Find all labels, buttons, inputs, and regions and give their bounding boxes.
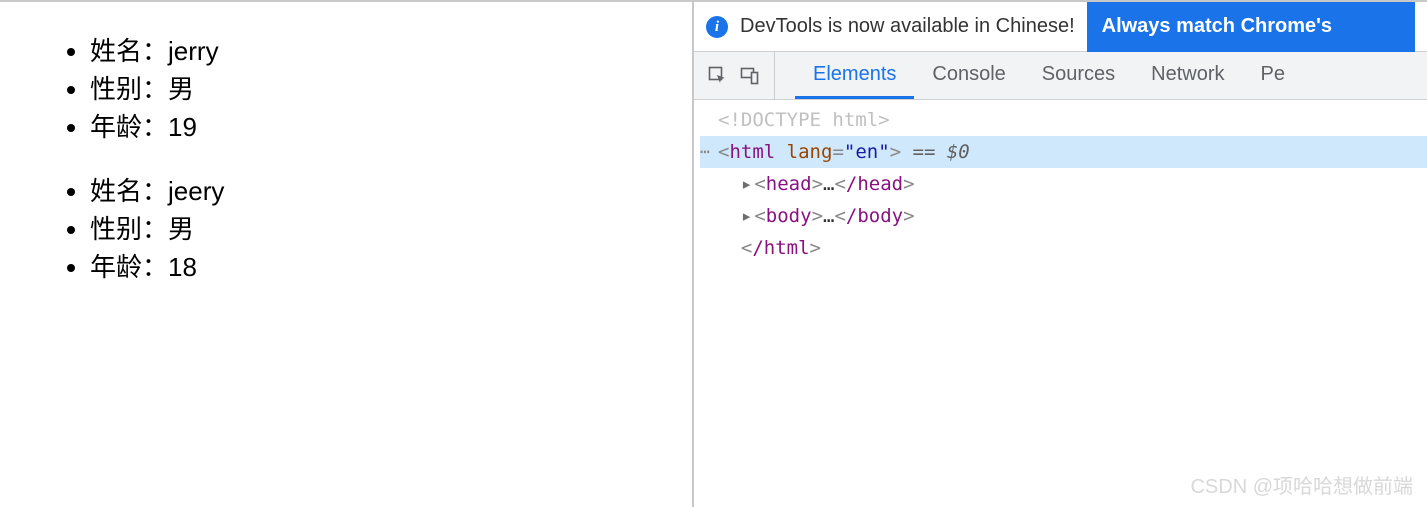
person-block: 姓名：jerry 性别：男 年龄：19 xyxy=(50,32,682,146)
device-toggle-icon[interactable] xyxy=(734,60,766,92)
tab-console[interactable]: Console xyxy=(914,52,1023,99)
name-value: jeery xyxy=(168,176,224,206)
dom-html-open[interactable]: <html lang="en"> == $0 xyxy=(700,136,1427,168)
rendered-page: 姓名：jerry 性别：男 年龄：19 姓名：jeery 性别：男 年龄 xyxy=(0,0,694,507)
gender-value: 男 xyxy=(168,74,194,104)
name-label: 姓名： xyxy=(90,36,168,66)
devtools-panel: i DevTools is now available in Chinese! … xyxy=(694,0,1427,507)
tab-network[interactable]: Network xyxy=(1133,52,1242,99)
list-item: 姓名：jeery xyxy=(90,172,682,210)
tab-more[interactable]: Pe xyxy=(1243,52,1303,99)
toolbar-icons xyxy=(694,52,775,99)
expand-triangle-icon[interactable]: ▸ xyxy=(741,173,752,195)
dom-body[interactable]: ▸<body>…</body> xyxy=(700,200,1427,232)
list-item: 性别：男 xyxy=(90,210,682,248)
person-list: 姓名：jeery 性别：男 年龄：18 xyxy=(50,172,682,286)
list-item: 性别：男 xyxy=(90,70,682,108)
devtools-toolbar: Elements Console Sources Network Pe xyxy=(694,52,1427,100)
dom-tree[interactable]: <!DOCTYPE html> <html lang="en"> == $0 ▸… xyxy=(694,100,1427,507)
expand-triangle-icon[interactable]: ▸ xyxy=(741,205,752,227)
name-value: jerry xyxy=(168,36,219,66)
dom-doctype[interactable]: <!DOCTYPE html> xyxy=(700,104,1427,136)
age-value: 18 xyxy=(168,252,197,282)
person-block: 姓名：jeery 性别：男 年龄：18 xyxy=(50,172,682,286)
inspect-element-icon[interactable] xyxy=(702,60,734,92)
list-item: 年龄：19 xyxy=(90,108,682,146)
devtools-tabs: Elements Console Sources Network Pe xyxy=(775,52,1303,99)
devtools-banner: i DevTools is now available in Chinese! … xyxy=(694,2,1427,52)
age-label: 年龄： xyxy=(90,112,168,142)
name-label: 姓名： xyxy=(90,176,168,206)
age-value: 19 xyxy=(168,112,197,142)
banner-match-button[interactable]: Always match Chrome's xyxy=(1087,2,1415,52)
gender-label: 性别： xyxy=(90,214,168,244)
gender-value: 男 xyxy=(168,214,194,244)
tab-elements[interactable]: Elements xyxy=(795,52,914,99)
info-icon: i xyxy=(706,16,728,38)
banner-text: DevTools is now available in Chinese! xyxy=(740,15,1075,38)
gender-label: 性别： xyxy=(90,74,168,104)
age-label: 年龄： xyxy=(90,252,168,282)
person-list: 姓名：jerry 性别：男 年龄：19 xyxy=(50,32,682,146)
list-item: 姓名：jerry xyxy=(90,32,682,70)
dom-html-close[interactable]: </html> xyxy=(700,232,1427,264)
list-item: 年龄：18 xyxy=(90,248,682,286)
tab-sources[interactable]: Sources xyxy=(1024,52,1133,99)
dom-head[interactable]: ▸<head>…</head> xyxy=(700,168,1427,200)
